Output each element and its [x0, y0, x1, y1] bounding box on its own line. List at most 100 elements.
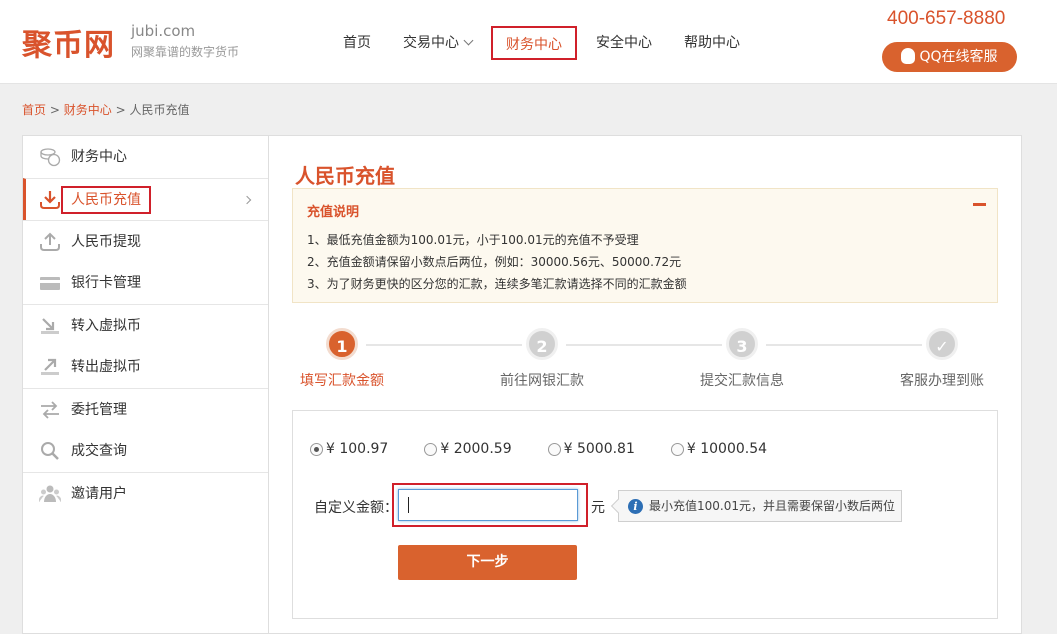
users-icon: [39, 485, 61, 503]
sidebar-item-label: 人民币充值: [61, 186, 151, 214]
sidebar-item-label: 人民币提现: [71, 234, 141, 250]
text-caret: [408, 497, 409, 513]
nav-trade-center-label: 交易中心: [403, 35, 459, 51]
radio-button[interactable]: [424, 442, 438, 456]
sidebar-item-rmb-deposit[interactable]: 人民币充值: [23, 178, 268, 220]
step-2: 2 前往网银汇款: [482, 328, 602, 390]
amount-options: ¥ 100.97 ¥ 2000.59 ¥ 5000.81 ¥ 10000.54: [310, 441, 803, 457]
notice-line: 3、为了财务更快的区分您的汇款，连续多笔汇款请选择不同的汇款金额: [307, 277, 687, 291]
page-title: 人民币充值: [295, 164, 395, 188]
logo-text[interactable]: 聚币网: [22, 20, 115, 64]
chevron-right-icon: [242, 195, 252, 205]
nav-help-center-label: 帮助中心: [684, 35, 740, 51]
notice-title: 充值说明: [307, 205, 360, 220]
sidebar-item-label: 银行卡管理: [71, 275, 141, 291]
sidebar-item-label: 转入虚拟币: [71, 318, 141, 334]
sidebar-item-trade-query[interactable]: 成交查询: [23, 430, 268, 472]
step-label: 前往网银汇款: [500, 373, 584, 389]
breadcrumb-finance-center[interactable]: 财务中心: [64, 103, 112, 117]
step-label: 客服办理到账: [900, 373, 984, 389]
nav-security-center-label: 安全中心: [596, 35, 652, 51]
radio-button[interactable]: [310, 442, 323, 456]
step-label: 提交汇款信息: [700, 373, 784, 389]
step-4: ✓ 客服办理到账: [882, 328, 1002, 390]
custom-amount-input[interactable]: [398, 489, 578, 521]
support-phone: 400-657-8880: [887, 8, 1006, 29]
breadcrumb: 首页 > 财务中心 > 人民币充值: [22, 101, 189, 118]
finance-sidebar: 财务中心 人民币充值 人民币提现 银行卡管理 转入虚拟币 转出虚拟币 委托管理 …: [22, 135, 268, 634]
deposit-form: ¥ 100.97 ¥ 2000.59 ¥ 5000.81 ¥ 10000.54 …: [292, 410, 998, 619]
chevron-down-icon: [463, 35, 474, 46]
step-3: 3 提交汇款信息: [682, 328, 802, 390]
sidebar-item-order-management[interactable]: 委托管理: [23, 388, 268, 430]
nav-help-center[interactable]: 帮助中心: [671, 26, 753, 60]
deposit-steps: 1 填写汇款金额 2 前往网银汇款 3 提交汇款信息 ✓ 客服办理到账: [292, 328, 998, 398]
nav-trade-center[interactable]: 交易中心: [390, 26, 485, 60]
sidebar-item-rmb-withdraw[interactable]: 人民币提现: [23, 220, 268, 262]
amount-option-4[interactable]: ¥ 10000.54: [670, 441, 768, 457]
step-number: 1: [326, 328, 358, 360]
nav-security-center[interactable]: 安全中心: [583, 26, 665, 60]
step-number: 2: [526, 328, 558, 360]
amount-option-3[interactable]: ¥ 5000.81: [547, 441, 635, 457]
step-1: 1 填写汇款金额: [282, 328, 402, 390]
radio-button[interactable]: [547, 442, 561, 456]
nav-home-label: 首页: [343, 35, 371, 51]
custom-amount-label: 自定义金额：: [314, 500, 398, 516]
transfer-out-icon: [41, 358, 59, 375]
main-content: 人民币充值 充值说明 1、最低充值金额为100.01元，小于100.01元的充值…: [268, 135, 1022, 634]
checkmark-icon: ✓: [926, 328, 958, 360]
nav-finance-center-label: 财务中心: [506, 37, 562, 53]
nav-home[interactable]: 首页: [330, 26, 384, 60]
sidebar-item-coin-transfer-out[interactable]: 转出虚拟币: [23, 346, 268, 388]
qq-penguin-icon: [901, 48, 916, 64]
notice-lines: 1、最低充值金额为100.01元，小于100.01元的充值不予受理 2、充值金额…: [307, 229, 687, 295]
breadcrumb-home[interactable]: 首页: [22, 103, 46, 117]
qq-support-label: QQ在线客服: [919, 49, 998, 65]
sidebar-item-finance-center[interactable]: 财务中心: [23, 136, 268, 178]
amount-option-2[interactable]: ¥ 2000.59: [424, 441, 512, 457]
step-number: 3: [726, 328, 758, 360]
exchange-icon: [41, 401, 59, 419]
breadcrumb-current: 人民币充值: [129, 103, 190, 117]
notice-line: 1、最低充值金额为100.01元，小于100.01元的充值不予受理: [307, 233, 639, 247]
main-nav: 首页 交易中心 财务中心 安全中心 帮助中心: [330, 26, 759, 60]
sidebar-item-label: 成交查询: [71, 443, 127, 459]
sidebar-item-bank-card[interactable]: 银行卡管理: [23, 262, 268, 304]
breadcrumb-separator: >: [115, 103, 126, 117]
sidebar-item-label: 转出虚拟币: [71, 359, 141, 375]
notice-line: 2、充值金额请保留小数点后两位，例如：30000.56元、50000.72元: [307, 255, 682, 269]
sidebar-item-invite-users[interactable]: 邀请用户: [23, 472, 268, 514]
step-label: 填写汇款金额: [300, 373, 384, 389]
transfer-in-icon: [41, 318, 59, 334]
sidebar-item-label: 财务中心: [71, 149, 127, 165]
search-icon: [41, 442, 59, 460]
sidebar-item-label: 邀请用户: [71, 486, 127, 502]
amount-option-1[interactable]: ¥ 100.97: [310, 441, 388, 457]
upload-icon: [40, 232, 60, 251]
sidebar-item-label: 委托管理: [71, 402, 127, 418]
amount-hint-text: 最小充值100.01元，并且需要保留小数后两位: [649, 499, 895, 513]
amount-option-label: ¥ 2000.59: [440, 441, 512, 457]
custom-amount-highlight: [392, 483, 588, 527]
info-icon: i: [628, 499, 643, 514]
card-icon: [40, 277, 60, 290]
site-header: 聚币网 jubi.com 网聚靠谱的数字货币 首页 交易中心 财务中心 安全中心…: [0, 0, 1057, 84]
currency-unit: 元: [591, 500, 605, 516]
nav-finance-center[interactable]: 财务中心: [491, 26, 577, 60]
qq-support-button[interactable]: QQ在线客服: [882, 42, 1017, 72]
amount-option-label: ¥ 10000.54: [686, 441, 768, 457]
download-icon: [40, 191, 60, 209]
logo-domain: jubi.com: [131, 22, 196, 40]
next-step-button[interactable]: 下一步: [398, 545, 577, 580]
amount-hint-tooltip: i 最小充值100.01元，并且需要保留小数后两位: [618, 490, 902, 522]
breadcrumb-separator: >: [49, 103, 60, 117]
radio-button[interactable]: [670, 442, 684, 456]
sidebar-item-coin-transfer-in[interactable]: 转入虚拟币: [23, 304, 268, 346]
amount-option-label: ¥ 100.97: [326, 441, 389, 457]
amount-option-label: ¥ 5000.81: [563, 441, 635, 457]
collapse-minus-icon[interactable]: [973, 203, 986, 206]
logo-slogan: 网聚靠谱的数字货币: [131, 45, 240, 59]
deposit-notice-panel: 充值说明 1、最低充值金额为100.01元，小于100.01元的充值不予受理 2…: [292, 188, 998, 303]
coins-icon: [40, 148, 61, 167]
